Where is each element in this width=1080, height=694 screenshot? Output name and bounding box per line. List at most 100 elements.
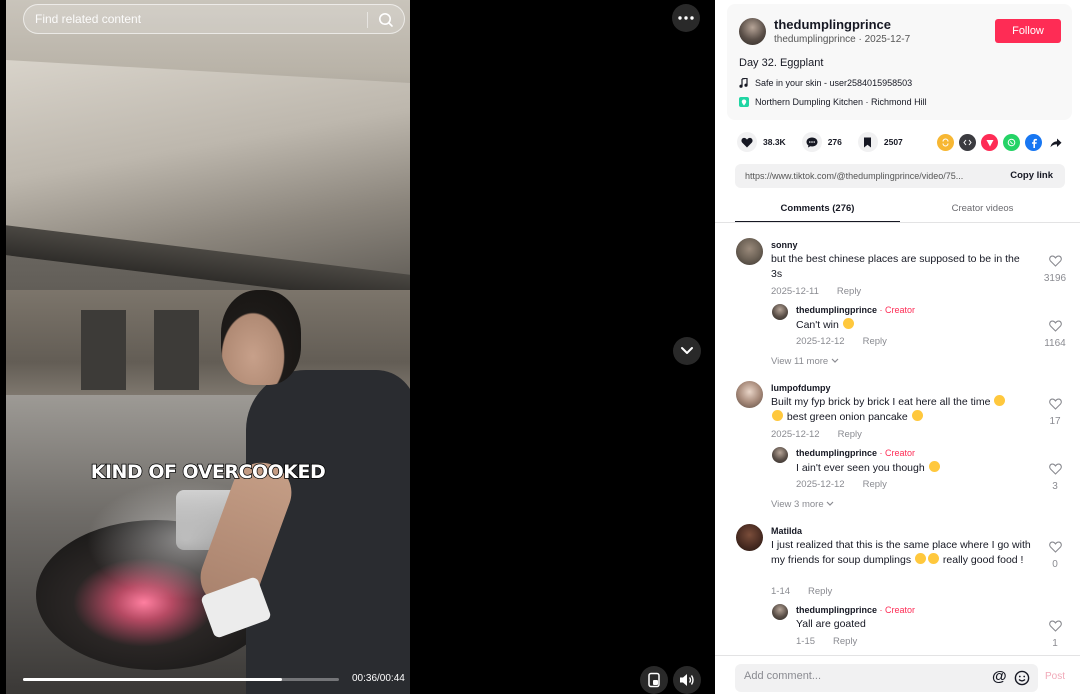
comment-like-button[interactable]: 0	[1042, 540, 1068, 570]
reply-date: 2025-12-12	[796, 336, 845, 347]
comment-meta: 2025-12-12 Reply	[771, 429, 862, 440]
comment-button[interactable]: 276	[801, 132, 842, 152]
chevron-down-icon	[681, 347, 693, 354]
reply-username[interactable]: thedumplingprince · Creator	[796, 305, 915, 315]
comment-text: I just realized that this is the same pl…	[771, 539, 1031, 566]
post-button[interactable]: Post	[1045, 671, 1065, 682]
next-video-button[interactable]	[673, 337, 701, 365]
comment-username[interactable]: lumpofdumpy	[771, 383, 831, 393]
reply-like-button[interactable]: 1164	[1042, 319, 1068, 349]
reply-button[interactable]: Reply	[833, 636, 857, 647]
view-more-replies[interactable]: View 11 more	[771, 356, 839, 367]
avatar[interactable]	[736, 238, 763, 265]
video-player[interactable]: KIND OF OVERCOOKED 00:36/00:44	[6, 0, 410, 694]
comment-username[interactable]: Matilda	[771, 526, 802, 536]
save-button[interactable]: 2507	[857, 132, 903, 152]
bookmark-icon	[857, 132, 878, 152]
avatar[interactable]	[736, 524, 763, 551]
location-label: Northern Dumpling Kitchen · Richmond Hil…	[755, 97, 927, 107]
reply-text: Can't win	[796, 318, 855, 331]
mention-icon[interactable]: @	[992, 668, 1007, 685]
comment-count: 276	[827, 137, 842, 147]
search-input[interactable]	[35, 12, 365, 26]
share-arrow-icon[interactable]	[1047, 134, 1064, 151]
whatsapp-icon[interactable]	[1003, 134, 1020, 151]
embed-icon[interactable]	[959, 134, 976, 151]
reply-username[interactable]: thedumplingprince · Creator	[796, 605, 915, 615]
reply-button[interactable]: Reply	[808, 586, 832, 597]
music-link[interactable]: Safe in your skin - user2584015958503	[739, 78, 912, 88]
share-link-url[interactable]: https://www.tiktok.com/@thedumplingprinc…	[745, 171, 995, 181]
reply-button[interactable]: Reply	[863, 336, 887, 347]
comment-meta: 1-14 Reply	[771, 586, 832, 597]
action-bar: 38.3K 276 2507	[737, 132, 919, 152]
pip-button[interactable]	[640, 666, 668, 694]
reply-like-button[interactable]: 3	[1042, 462, 1068, 492]
author-name[interactable]: thedumplingprince	[774, 17, 891, 32]
reply-button[interactable]: Reply	[863, 479, 887, 490]
view-more-replies[interactable]: View 3 more	[771, 499, 834, 510]
comment-composer: @ Post	[715, 655, 1080, 694]
save-count: 2507	[883, 137, 903, 147]
facebook-icon[interactable]	[1025, 134, 1042, 151]
reply-button[interactable]: Reply	[838, 429, 862, 440]
follow-button[interactable]: Follow	[995, 19, 1061, 43]
comment-like-button[interactable]: 17	[1042, 397, 1068, 427]
send-icon[interactable]	[981, 134, 998, 151]
comment-date: 1-14	[771, 586, 791, 597]
reply-date: 2025-12-12	[796, 479, 845, 490]
location-link[interactable]: Northern Dumpling Kitchen · Richmond Hil…	[739, 97, 927, 107]
comment-text: Built my fyp brick by brick I eat here a…	[771, 395, 1033, 424]
comment-like-count: 17	[1049, 416, 1061, 427]
comment-date: 2025-12-12	[771, 429, 820, 440]
panel-tabs: Comments (276) Creator videos	[735, 198, 1065, 222]
comment-like-button[interactable]: 3196	[1042, 254, 1068, 284]
tab-comments[interactable]: Comments (276)	[735, 198, 900, 222]
tab-creator-videos[interactable]: Creator videos	[900, 198, 1065, 222]
video-caption: KIND OF OVERCOOKED	[90, 460, 327, 484]
reply-meta: 2025-12-12 Reply	[796, 336, 887, 347]
comment-like-count: 3196	[1043, 273, 1067, 284]
search-divider	[367, 12, 368, 28]
volume-button[interactable]	[673, 666, 701, 694]
heart-icon	[1048, 320, 1062, 332]
comment-input-box[interactable]: @	[735, 664, 1038, 692]
avatar[interactable]	[772, 304, 788, 320]
comment-input[interactable]	[744, 670, 984, 682]
progress-fill	[23, 678, 283, 681]
heart-icon	[1048, 398, 1062, 410]
avatar[interactable]	[772, 604, 788, 620]
repost-icon[interactable]	[937, 134, 954, 151]
like-button[interactable]: 38.3K	[737, 132, 786, 152]
search-box[interactable]	[23, 4, 405, 34]
chevron-down-icon	[826, 501, 834, 506]
reply-like-count: 1	[1052, 638, 1058, 649]
pip-icon	[648, 672, 660, 688]
author-handle-date: thedumplingprince · 2025-12-7	[774, 34, 911, 45]
search-icon[interactable]	[376, 10, 396, 30]
more-options-button[interactable]	[672, 4, 700, 32]
reply-username[interactable]: thedumplingprince · Creator	[796, 448, 915, 458]
reply-button[interactable]: Reply	[837, 286, 861, 297]
comment-username[interactable]: sonny	[771, 240, 798, 250]
reply-date: 1-15	[796, 636, 816, 647]
author-avatar[interactable]	[739, 18, 766, 45]
share-icons	[937, 134, 1064, 151]
emoji-icon	[842, 318, 854, 329]
creator-badge: · Creator	[879, 448, 916, 458]
volume-icon	[680, 674, 694, 686]
comment-icon	[801, 132, 822, 152]
progress-bar[interactable]	[23, 678, 339, 681]
comment-date: 2025-12-11	[771, 286, 819, 297]
comment-meta: 2025-12-11 Reply	[771, 286, 861, 297]
reply-like-count: 3	[1052, 481, 1058, 492]
copy-link-button[interactable]: Copy link	[1010, 170, 1053, 181]
emoji-icon[interactable]	[1014, 670, 1030, 691]
video-stage: KIND OF OVERCOOKED 00:36/00:44	[0, 0, 715, 694]
reply-text: Yall are goated	[796, 618, 866, 630]
reply-like-button[interactable]: 1	[1042, 619, 1068, 649]
creator-badge: · Creator	[879, 305, 916, 315]
details-panel: thedumplingprince thedumplingprince · 20…	[715, 0, 1080, 694]
avatar[interactable]	[736, 381, 763, 408]
avatar[interactable]	[772, 447, 788, 463]
